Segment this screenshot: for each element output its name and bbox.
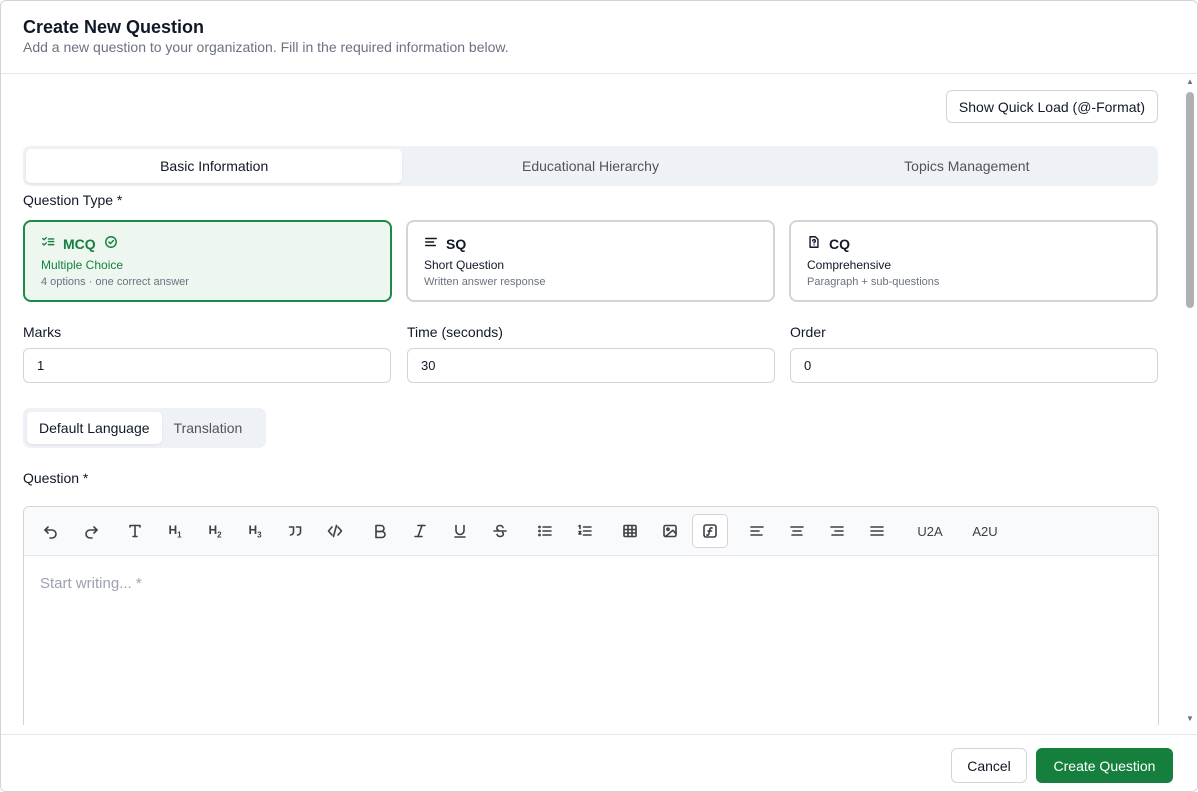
language-tabs: Default Language Translation [23,408,266,448]
underline-icon[interactable] [442,514,478,548]
align-justify-icon[interactable] [859,514,895,548]
scroll-down-arrow-icon[interactable]: ▼ [1186,714,1194,723]
create-question-dialog: Create New Question Add a new question t… [0,0,1198,792]
question-type-sq-card[interactable]: SQ Short Question Written answer respons… [406,220,775,302]
tab-topics-management[interactable]: Topics Management [779,149,1155,183]
question-editor-content[interactable]: Start writing... * [24,556,1158,611]
u2a-button[interactable]: U2A [908,514,952,548]
list-checks-icon [41,235,55,252]
file-question-icon [807,235,821,252]
time-label: Time (seconds) [407,324,503,340]
order-input[interactable]: 0 [790,348,1158,383]
tab-translation[interactable]: Translation [162,412,255,444]
undo-icon[interactable] [33,514,69,548]
marks-input[interactable]: 1 [23,348,391,383]
cancel-button[interactable]: Cancel [951,748,1027,783]
dialog-subtitle: Add a new question to your organization.… [23,39,509,55]
align-left-icon [424,235,438,252]
heading-3-icon[interactable]: H3 [237,514,273,548]
qtype-name: Multiple Choice [41,258,124,272]
qtype-description: Paragraph + sub-questions [807,276,940,288]
text-icon[interactable] [117,514,153,548]
formula-icon[interactable] [692,514,728,548]
align-center-icon[interactable] [779,514,815,548]
dialog-header: Create New Question Add a new question t… [1,1,1197,74]
editor-toolbar: H1 H2 H3 U2A A2U [24,507,1158,556]
tab-basic-information[interactable]: Basic Information [26,149,403,183]
question-editor: H1 H2 H3 U2A A2U Start writing... * [23,506,1159,725]
dialog-title: Create New Question [23,17,205,37]
time-input[interactable]: 30 [407,348,775,383]
image-icon[interactable] [652,514,688,548]
question-type-label: Question Type * [23,192,123,208]
bold-icon[interactable] [362,514,398,548]
a2u-button[interactable]: A2U [963,514,1007,548]
dialog-body: Show Quick Load (@-Format) Basic Informa… [1,75,1183,725]
scrollbar[interactable]: ▲ ▼ [1183,75,1197,725]
marks-label: Marks [23,324,62,340]
qtype-code: SQ [446,235,467,252]
heading-2-icon[interactable]: H2 [197,514,233,548]
heading-1-icon[interactable]: H1 [157,514,193,548]
align-right-icon[interactable] [819,514,855,548]
section-tabs: Basic Information Educational Hierarchy … [23,146,1158,186]
tab-educational-hierarchy[interactable]: Educational Hierarchy [402,149,778,183]
question-type-mcq-card[interactable]: MCQ Multiple Choice 4 options · one corr… [23,220,392,302]
dialog-footer: Cancel Create Question [1,734,1197,791]
qtype-code: CQ [829,235,850,252]
align-left-icon[interactable] [739,514,775,548]
table-icon[interactable] [612,514,648,548]
qtype-code: MCQ [63,235,96,252]
quote-icon[interactable] [277,514,313,548]
order-label: Order [790,324,826,340]
tab-default-language[interactable]: Default Language [27,412,162,444]
show-quick-load-button[interactable]: Show Quick Load (@-Format) [946,90,1158,123]
scroll-up-arrow-icon[interactable]: ▲ [1186,77,1194,86]
code-icon[interactable] [317,514,353,548]
qtype-description: Written answer response [424,276,546,288]
question-type-cq-card[interactable]: CQ Comprehensive Paragraph + sub-questio… [789,220,1158,302]
italic-icon[interactable] [402,514,438,548]
qtype-name: Comprehensive [807,258,892,272]
qtype-description: 4 options · one correct answer [41,276,189,288]
qtype-name: Short Question [424,258,505,272]
question-label: Question * [23,470,89,486]
bullet-list-icon[interactable] [527,514,563,548]
redo-icon[interactable] [73,514,109,548]
ordered-list-icon[interactable] [567,514,603,548]
check-circle-icon [104,235,118,252]
scrollbar-thumb[interactable] [1186,92,1194,308]
strikethrough-icon[interactable] [482,514,518,548]
create-question-button[interactable]: Create Question [1036,748,1173,783]
